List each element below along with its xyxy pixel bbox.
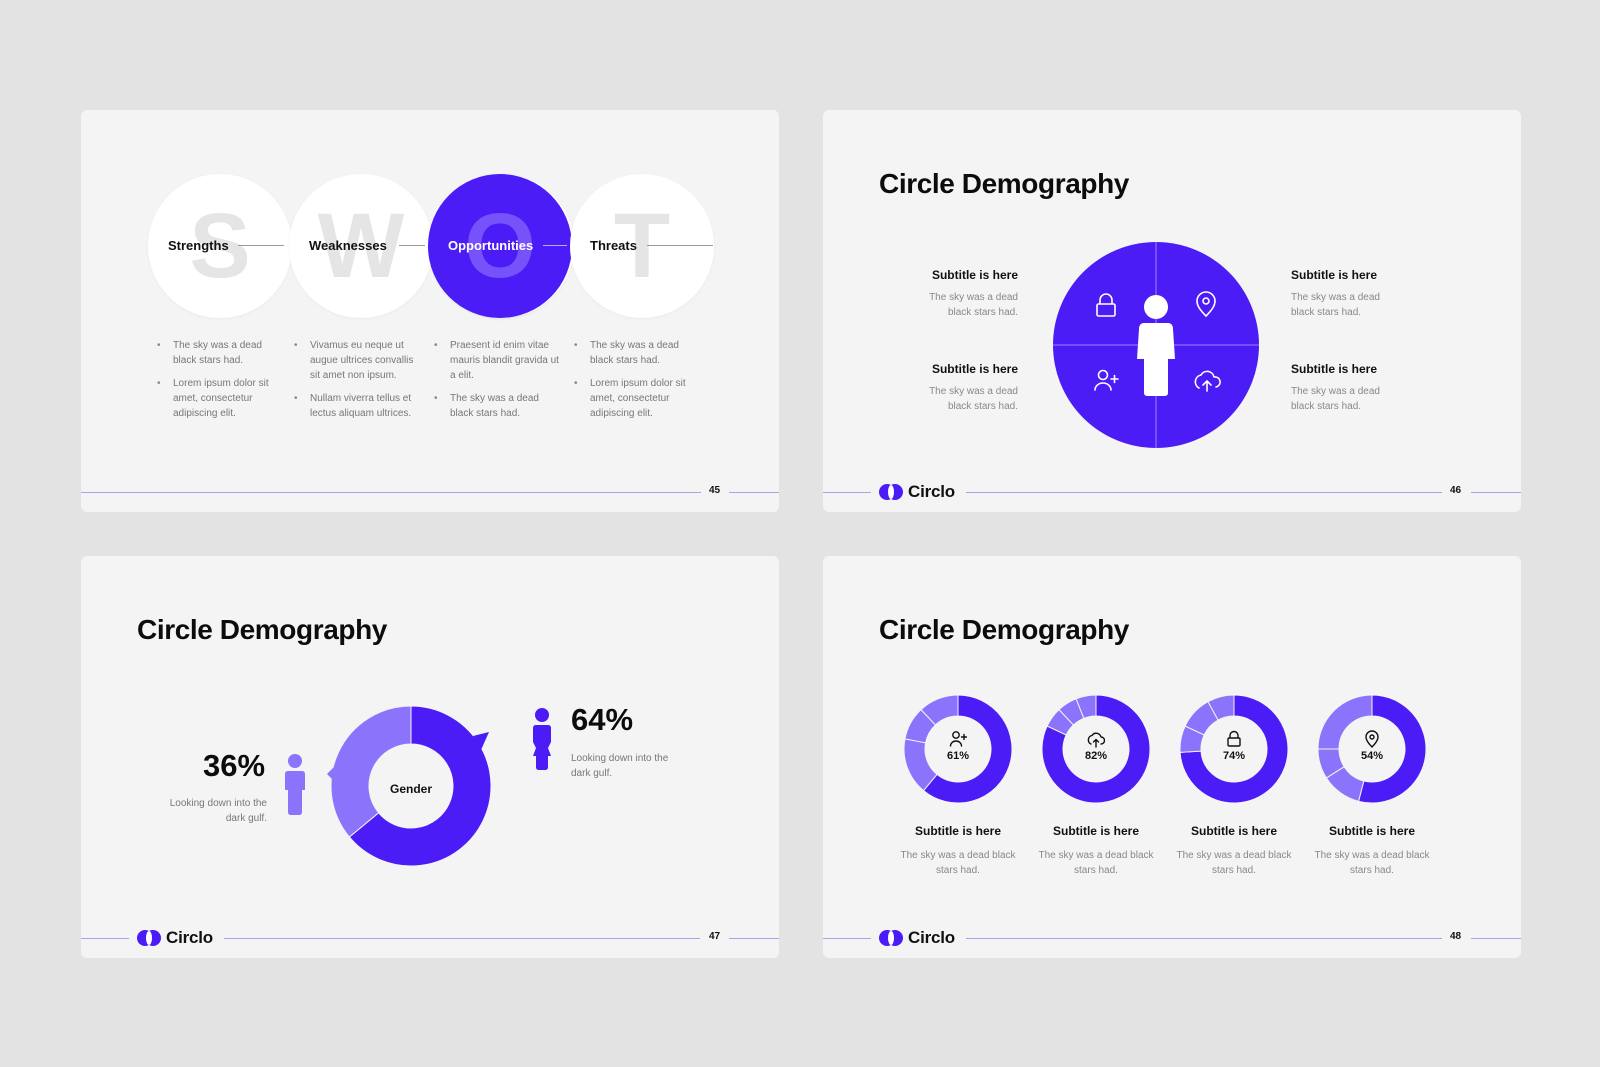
brand-name: Circlo [908,928,955,947]
description: The sky was a dead black stars had. [900,850,1016,876]
footer-line [81,938,129,939]
subtitle: Subtitle is here [1291,268,1378,282]
brand: Circlo [137,928,213,948]
subtitle: Subtitle is here [931,268,1018,282]
donut-percent: 61% [946,750,970,762]
bullet-item: The sky was a dead black stars had. [434,391,564,421]
slide-45-swot[interactable]: S Strengths W Weaknesses T O Opportuniti… [81,110,779,512]
brand-name: Circlo [908,482,955,501]
info-block-cloud-upload: Subtitle is here The sky was a dead blac… [1291,362,1431,414]
female-description: Looking down into the dark gulf. [571,753,669,779]
connector-line [543,245,567,246]
circlo-logo-icon [137,930,161,946]
footer-line [1471,938,1521,939]
description: The sky was a dead black stars had. [929,292,1018,318]
footer-line [966,492,1442,493]
swot-circle-threats-front: T Threats [570,174,714,318]
footer-line [729,492,779,493]
connector-line [399,245,425,246]
page-number: 45 [709,485,721,496]
brand-name: Circlo [166,928,213,947]
description: The sky was a dead black stars had. [1291,292,1380,318]
swot-label: Threats [590,238,637,253]
subtitle: Subtitle is here [914,824,1002,838]
info-block-lock: Subtitle is here The sky was a dead blac… [878,268,1018,320]
swot-label: Weaknesses [309,238,387,253]
weaknesses-bullets: Vivamus eu neque ut augue ultrices conva… [294,338,424,429]
description: The sky was a dead black stars had. [1314,850,1430,876]
swot-circle-opportunities: O Opportunities [428,174,572,318]
swot-label: Strengths [168,238,229,253]
bullet-item: Lorem ipsum dolor sit amet, consectetur … [574,376,704,421]
subtitle: Subtitle is here [1328,824,1416,838]
page-number: 46 [1450,485,1462,496]
bullet-item: Vivamus eu neque ut augue ultrices conva… [294,338,424,383]
map-pin-icon [1365,730,1379,748]
description: The sky was a dead black stars had. [929,386,1018,412]
slide-47-gender[interactable]: Circle Demography Gender 36% Looking dow… [81,556,779,958]
donut-item-1: 61% Subtitle is here The sky was a dead … [893,694,1023,878]
info-block-user-plus: Subtitle is here The sky was a dead blac… [878,362,1018,414]
slide-title: Circle Demography [137,614,387,645]
description: The sky was a dead black stars had. [1038,850,1154,876]
donut-item-3: 74% Subtitle is here The sky was a dead … [1169,694,1299,878]
connector-line [647,245,713,246]
footer-line [729,938,779,939]
lock-icon [1227,730,1241,747]
female-person-icon [533,708,551,770]
donut-slice-male [330,705,412,838]
quadrant-circle [1053,242,1259,448]
page-number: 47 [709,931,721,942]
slide-title: Circle Demography [879,168,1129,199]
subtitle: Subtitle is here [931,362,1018,376]
circlo-logo-icon [879,930,903,946]
slide-48-donuts[interactable]: Circle Demography 61% Subtitle is here T… [823,556,1521,958]
female-percent: 64% [571,702,634,737]
donut-percent: 74% [1222,750,1246,762]
bullet-item: Nullam viverra tellus et lectus aliquam … [294,391,424,421]
bullet-item: Lorem ipsum dolor sit amet, consectetur … [157,376,287,421]
connector-line [238,245,284,246]
male-person-icon [285,754,305,815]
donut-center-label: Gender [389,782,432,796]
footer-line [823,492,871,493]
brand: Circlo [879,928,955,948]
page-number: 48 [1450,931,1462,942]
donut-percent: 54% [1360,750,1384,762]
donut-percent: 82% [1084,750,1108,762]
bullet-item: The sky was a dead black stars had. [157,338,287,368]
swot-circle-strengths: S Strengths [148,174,292,318]
brand: Circlo [879,482,955,502]
subtitle: Subtitle is here [1190,824,1278,838]
swot-circle-weaknesses: W Weaknesses [289,174,433,318]
slide-46-circle-demography[interactable]: Circle Demography Subtitle is here The s… [823,110,1521,512]
bullet-item: Praesent id enim vitae mauris blandit gr… [434,338,564,383]
subtitle: Subtitle is here [1052,824,1140,838]
footer-line [823,938,871,939]
strengths-bullets: The sky was a dead black stars had. Lore… [157,338,287,429]
male-percent: 36% [203,748,266,783]
cloud-upload-icon [1087,732,1105,748]
donut-item-2: 82% Subtitle is here The sky was a dead … [1031,694,1161,878]
footer-line [1471,492,1521,493]
user-plus-icon [949,731,967,747]
info-block-map-pin: Subtitle is here The sky was a dead blac… [1291,268,1431,320]
threats-bullets: The sky was a dead black stars had. Lore… [574,338,704,429]
slide-title: Circle Demography [879,614,1129,645]
footer-line [966,938,1442,939]
footer-line [81,492,701,493]
circlo-logo-icon [879,484,903,500]
description: The sky was a dead black stars had. [1176,850,1292,876]
description: The sky was a dead black stars had. [1291,386,1380,412]
male-description: Looking down into the dark gulf. [169,798,267,824]
bullet-item: The sky was a dead black stars had. [574,338,704,368]
opportunities-bullets: Praesent id enim vitae mauris blandit gr… [434,338,564,429]
footer-line [224,938,700,939]
subtitle: Subtitle is here [1291,362,1378,376]
swot-label: Opportunities [448,238,534,253]
donut-item-4: 54% Subtitle is here The sky was a dead … [1307,694,1437,878]
